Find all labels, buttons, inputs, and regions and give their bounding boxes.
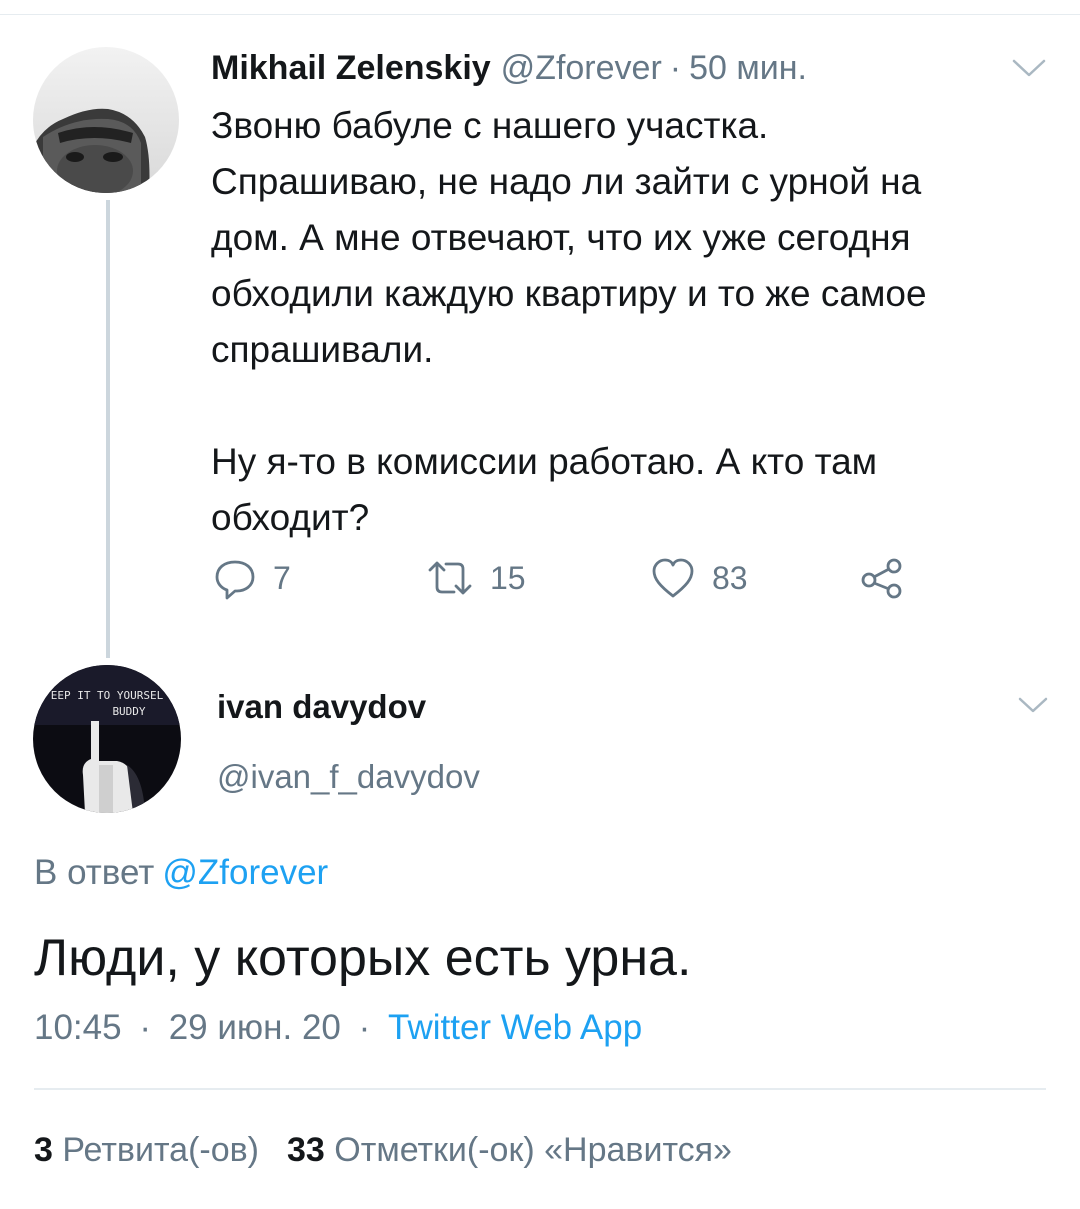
avatar-text-1: EEP IT TO YOURSEL — [51, 689, 164, 702]
like-button[interactable]: 83 — [650, 556, 748, 600]
reply-display-name[interactable]: ivan davydov — [217, 688, 426, 726]
avatar-text-2: BUDDY — [112, 705, 145, 718]
parent-header: Mikhail Zelenskiy @Zforever · 50 мин. — [211, 46, 1041, 90]
heart-icon — [652, 558, 694, 598]
thread-line — [106, 200, 110, 658]
meta-separator: · — [139, 1008, 151, 1047]
chevron-down-icon[interactable] — [1018, 696, 1048, 719]
retweets-stat[interactable]: 3 Ретвита(-ов) — [34, 1131, 259, 1169]
tweet-date[interactable]: 29 июн. 20 — [169, 1008, 341, 1047]
tweet-text-line: обходили каждую квартиру и то же самое — [211, 273, 927, 314]
likes-stat[interactable]: 33 Отметки(-ок) «Нравится» — [287, 1131, 732, 1169]
likes-count: 33 — [287, 1131, 325, 1169]
reply-to-mention[interactable]: @Zforever — [162, 853, 328, 892]
chevron-down-icon[interactable] — [1012, 58, 1046, 83]
tweet-text-line: спрашивали. — [211, 329, 434, 370]
tweet-text-line: обходит? — [211, 497, 370, 538]
tweet-time[interactable]: 10:45 — [34, 1008, 122, 1047]
tweet-text-line: Ну я-то в комиссии работаю. А кто там — [211, 441, 878, 482]
tweet-text-line: Спрашиваю, не надо ли зайти с урной на — [211, 161, 922, 202]
reply-to-line: В ответ @Zforever — [34, 853, 328, 893]
retweet-icon — [428, 561, 472, 595]
share-button[interactable] — [859, 556, 905, 600]
parent-display-name[interactable]: Mikhail Zelenskiy — [211, 46, 491, 90]
tweet-text-line: Звоню бабуле с нашего участка. — [211, 105, 769, 146]
parent-tweet-text: Звоню бабуле с нашего участка. Спрашиваю… — [211, 98, 1031, 546]
tweet-meta: 10:45 · 29 июн. 20 · Twitter Web App — [34, 1008, 642, 1048]
reply-handle[interactable]: @ivan_f_davydov — [217, 758, 480, 796]
tweet-source-link[interactable]: Twitter Web App — [388, 1008, 642, 1047]
stats-divider — [34, 1088, 1046, 1090]
reply-to-prefix: В ответ — [34, 853, 155, 892]
retweet-count: 15 — [490, 559, 526, 596]
avatar-photo-icon — [33, 47, 179, 193]
reply-count: 7 — [273, 559, 291, 596]
parent-tweet[interactable]: Mikhail Zelenskiy @Zforever · 50 мин. Зв… — [211, 46, 1041, 546]
like-count: 83 — [712, 559, 748, 596]
tweet-text-line: дом. А мне отвечают, что их уже сегодня — [211, 217, 911, 258]
retweet-button[interactable]: 15 — [426, 556, 526, 600]
likes-label: Отметки(-ок) «Нравится» — [334, 1131, 732, 1169]
parent-handle[interactable]: @Zforever — [501, 46, 662, 90]
reply-icon — [215, 560, 255, 600]
reply-button[interactable]: 7 — [213, 556, 291, 600]
share-icon — [861, 558, 902, 599]
header-separator: · — [669, 49, 682, 87]
avatar-image-icon: EEP IT TO YOURSEL BUDDY — [33, 665, 181, 813]
retweets-count: 3 — [34, 1131, 53, 1169]
tweet-stats: 3 Ретвита(-ов) 33 Отметки(-ок) «Нравится» — [34, 1131, 732, 1170]
reply-avatar[interactable]: EEP IT TO YOURSEL BUDDY — [33, 665, 181, 813]
meta-separator: · — [358, 1008, 371, 1047]
top-divider — [0, 14, 1080, 15]
retweets-label: Ретвита(-ов) — [62, 1131, 260, 1169]
parent-timestamp[interactable]: 50 мин. — [689, 46, 807, 90]
reply-tweet-text: Люди, у которых есть урна. — [34, 929, 692, 987]
parent-avatar[interactable] — [33, 47, 179, 193]
